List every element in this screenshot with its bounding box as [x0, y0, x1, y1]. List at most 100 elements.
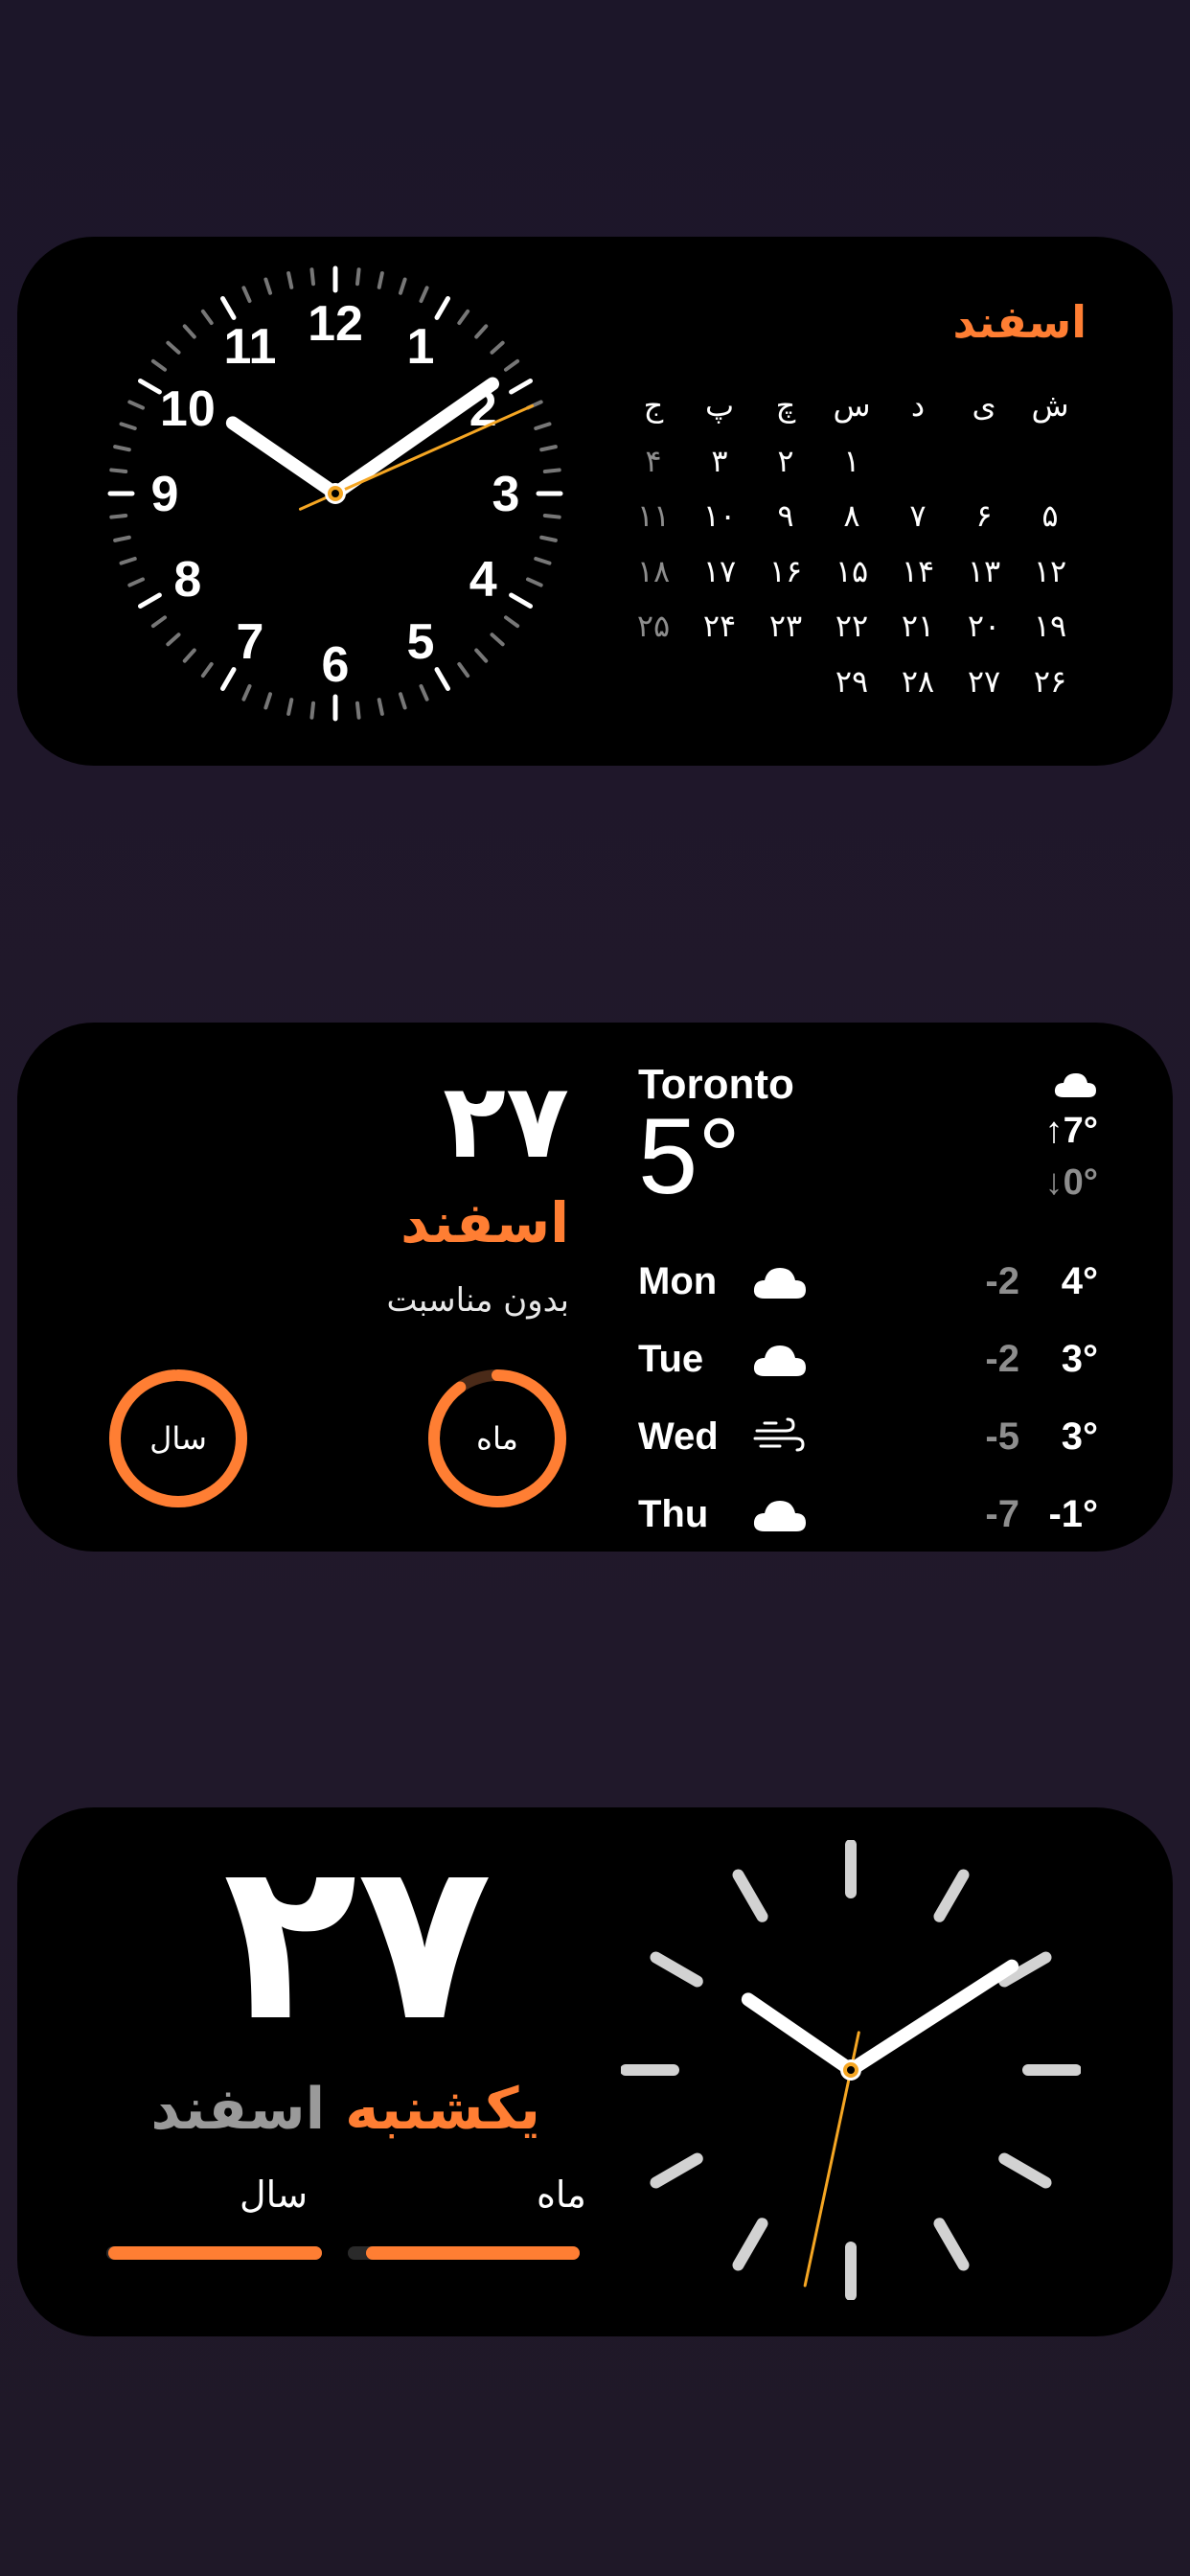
tick-mark	[355, 267, 361, 287]
calendar-day[interactable]: ۱۵	[819, 544, 884, 598]
calendar-cell-text: ۲۵	[636, 608, 671, 644]
hour-hand	[741, 1992, 858, 2077]
calendar-day[interactable]: ۱۸	[621, 544, 686, 598]
big-date-clock-widget[interactable]: ۲۷ یکشنبه اسفند ماه سال	[17, 1807, 1173, 2336]
hour-marker	[732, 1869, 768, 1922]
calendar-day[interactable]: ۱۶	[753, 544, 818, 598]
calendar-day[interactable]: ۲۸	[885, 655, 950, 708]
tick-mark	[119, 422, 137, 431]
calendar-day[interactable]: ۴	[621, 434, 686, 488]
tick-mark	[490, 340, 505, 355]
calendar-cell-text: ۵	[1041, 497, 1059, 534]
forecast-row: Tue -2 3°	[638, 1330, 1098, 1390]
calendar-day[interactable]: ۲	[753, 434, 818, 488]
calendar-day[interactable]: ۲۹	[819, 655, 884, 708]
calendar-cell-text: ۹	[777, 497, 794, 534]
calendar-day[interactable]: ۱۹	[1018, 599, 1083, 653]
month-progress-ring: ماه	[424, 1366, 570, 1511]
tick-mark	[398, 277, 407, 295]
calendar-cell-text: ۲۲	[835, 608, 869, 644]
minute-hand	[329, 377, 500, 500]
calendar-day[interactable]: ۲۴	[687, 599, 752, 653]
month-name: اسفند	[400, 1190, 569, 1255]
calendar-cell-text: ۴	[645, 442, 662, 479]
calendar-month-title: اسفند	[952, 296, 1087, 348]
calendar-today[interactable]: ۲۷	[951, 655, 1017, 708]
calendar-day[interactable]: ۱۲	[1018, 544, 1083, 598]
month-name: اسفند	[150, 2076, 326, 2143]
tick-mark	[534, 422, 552, 431]
forecast-day: Tue	[638, 1338, 704, 1380]
tick-mark	[474, 648, 489, 663]
calendar-cell-text: ۱۰	[702, 497, 737, 534]
hour-marker	[998, 2152, 1052, 2189]
minimal-analog-clock	[621, 1840, 1081, 2300]
clock-calendar-widget[interactable]: 12 1 2 3 4 5 6 7 8 9 10 11 اسفند ش ی د س چ پ ج ۱ ۲ ۳ ۴ ۵ ۶ ۷ ۸ ۹ ۱۰…	[17, 237, 1173, 766]
calendar-day[interactable]: ۷	[885, 489, 950, 542]
calendar-day[interactable]: ۱	[819, 434, 884, 488]
calendar-cell-text: ۲۶	[1033, 662, 1067, 700]
tick-mark	[434, 295, 450, 320]
tick-mark	[474, 324, 489, 339]
clock-numeral: 4	[469, 552, 497, 608]
calendar-cell-text: ۶	[975, 497, 993, 534]
clock-numeral: 9	[151, 467, 179, 522]
tick-mark	[263, 692, 273, 710]
forecast-row: Thu -7 -1°	[638, 1485, 1098, 1545]
calendar-day[interactable]: ۱۴	[885, 544, 950, 598]
minute-hand	[844, 1959, 1019, 2077]
tick-mark	[503, 358, 520, 372]
calendar-day[interactable]: ۲۱	[885, 599, 950, 653]
calendar-day[interactable]: ۳	[687, 434, 752, 488]
tick-mark	[286, 698, 294, 716]
calendar-day[interactable]: ۲۲	[819, 599, 884, 653]
calendar-cell-text: ۳	[711, 442, 728, 479]
tick-mark	[490, 632, 505, 647]
calendar-day[interactable]: ۱۱	[621, 489, 686, 542]
tick-mark	[457, 661, 470, 678]
tick-mark	[419, 683, 429, 702]
date-weather-widget[interactable]: ۲۷ اسفند بدون مناسبت ماه سال Toronto 5° …	[17, 1023, 1173, 1552]
forecast-low: -2	[985, 1338, 1019, 1380]
calendar-cell-text: ۱۹	[1033, 608, 1067, 644]
tick-mark	[309, 701, 316, 720]
calendar-day[interactable]: ۲۰	[951, 599, 1017, 653]
calendar-day[interactable]: ۲۳	[753, 599, 818, 653]
calendar-day[interactable]: ۶	[951, 489, 1017, 542]
calendar-day[interactable]: ۲۶	[1018, 655, 1083, 708]
calendar-grid: ش ی د س چ پ ج ۱ ۲ ۳ ۴ ۵ ۶ ۷ ۸ ۹ ۱۰ ۱۱ ۱۲ ۱۳ ۱۴ ۱۵ ۱۶ ۱۷ ۱۸ ۱۹ ۲۰ ۲۱…	[621, 379, 1083, 709]
calendar-day[interactable]: ۱۳	[951, 544, 1017, 598]
hour-marker	[933, 2218, 970, 2271]
weekday-month-line: یکشنبه اسفند	[150, 2076, 540, 2143]
calendar-day[interactable]: ۹	[753, 489, 818, 542]
hour-marker	[933, 1869, 970, 1922]
calendar-day[interactable]: ۱۷	[687, 544, 752, 598]
tick-mark	[241, 286, 252, 304]
forecast-low: -5	[985, 1415, 1019, 1458]
tick-mark	[127, 400, 146, 410]
calendar-cell-text: ۱۸	[636, 552, 671, 589]
calendar-day[interactable]: ۲۵	[621, 599, 686, 653]
high-temp-value: 7°	[1063, 1111, 1098, 1151]
tick-mark	[509, 379, 534, 395]
clock-numeral: 6	[322, 637, 350, 693]
calendar-cell-text: چ	[775, 387, 796, 424]
calendar-cell-text: ۱۳	[967, 552, 1001, 589]
clock-numeral: 5	[407, 614, 435, 670]
calendar-day[interactable]: ۱۰	[687, 489, 752, 542]
forecast-low: -2	[985, 1260, 1019, 1302]
low-temp-value: 0°	[1063, 1162, 1098, 1203]
forecast-high: 3°	[1061, 1338, 1098, 1380]
tick-mark	[542, 513, 561, 519]
calendar-cell-text: ج	[643, 387, 664, 424]
calendar-cell-text: ۱۱	[636, 497, 671, 534]
calendar-day[interactable]: ۸	[819, 489, 884, 542]
tick-mark	[109, 513, 128, 519]
tick-mark	[355, 701, 361, 720]
low-temp: ↓0°	[1044, 1162, 1098, 1203]
calendar-day[interactable]: ۵	[1018, 489, 1083, 542]
tick-mark	[113, 445, 131, 452]
tick-mark	[434, 667, 450, 692]
tick-mark	[534, 556, 552, 565]
tick-mark	[309, 267, 316, 287]
